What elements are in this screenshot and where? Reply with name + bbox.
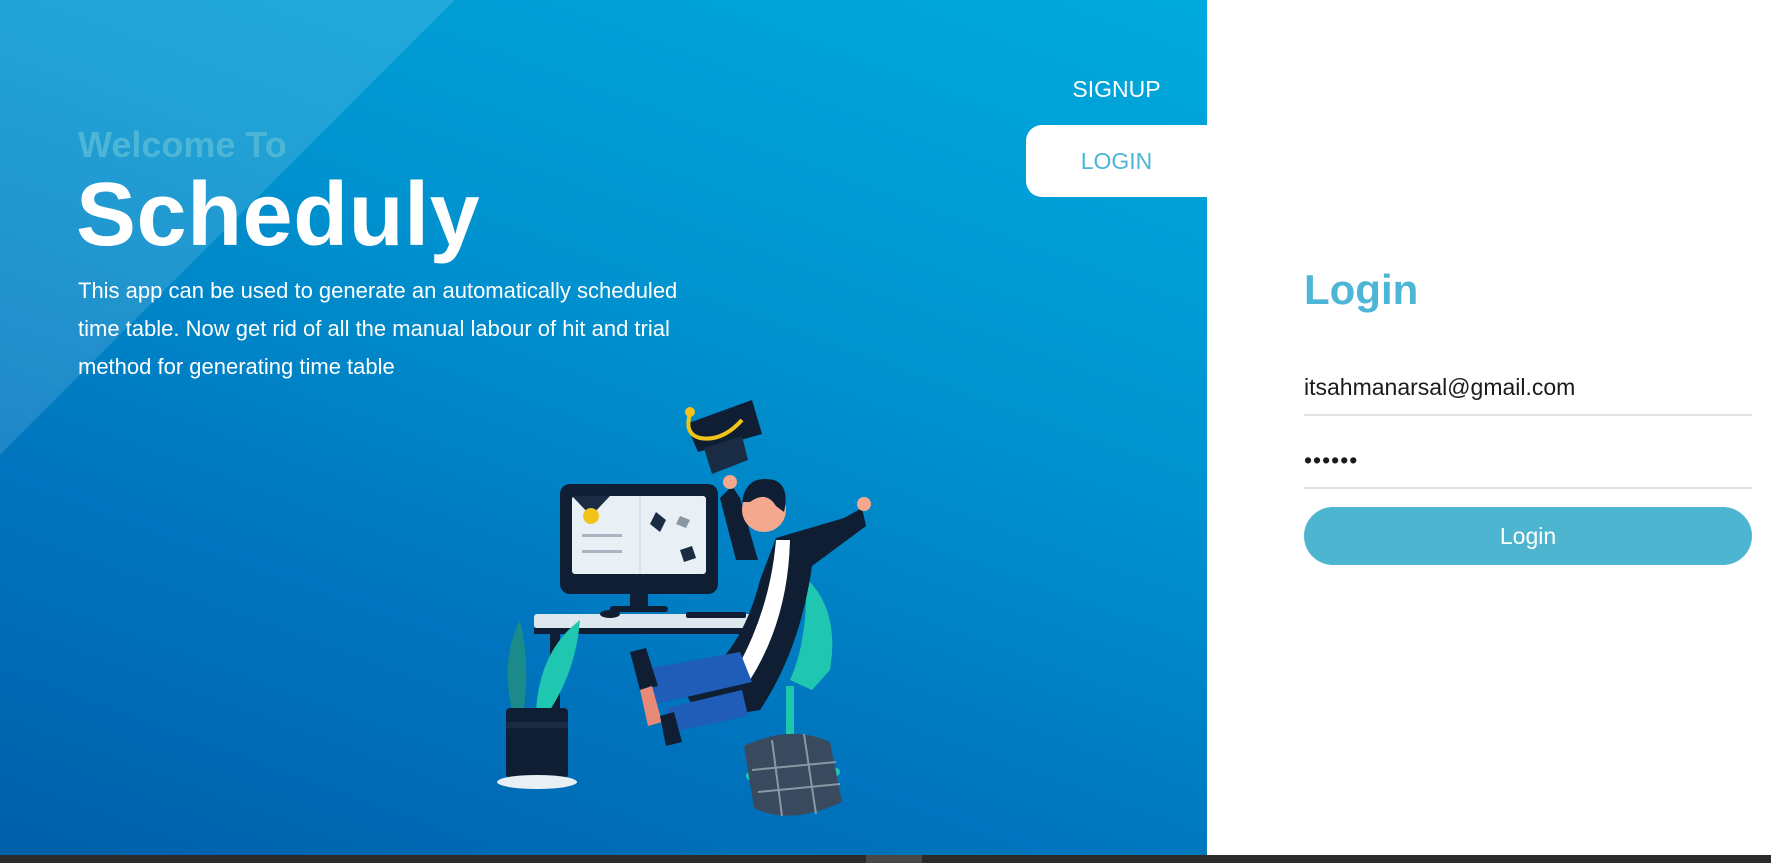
- login-button[interactable]: Login: [1304, 507, 1752, 565]
- scrollbar-thumb[interactable]: [866, 855, 922, 863]
- hero-panel: Welcome To Scheduly This app can be used…: [0, 0, 1207, 855]
- app-description: This app can be used to generate an auto…: [78, 278, 678, 379]
- graduate-celebrating-illustration: [497, 400, 871, 817]
- signup-tab[interactable]: SIGNUP: [1026, 66, 1207, 112]
- plant-icon: [497, 620, 580, 789]
- email-input[interactable]: [1304, 360, 1752, 416]
- brand-title: Scheduly: [76, 165, 481, 265]
- cushion-icon: [744, 733, 842, 817]
- login-form: Login Login: [1304, 0, 1752, 855]
- login-title: Login: [1304, 266, 1419, 313]
- monitor-icon: [560, 484, 718, 612]
- login-tab[interactable]: LOGIN: [1026, 125, 1207, 197]
- password-input[interactable]: [1304, 433, 1752, 489]
- welcome-text: Welcome To: [78, 124, 287, 165]
- graduation-cap-icon: [685, 400, 762, 474]
